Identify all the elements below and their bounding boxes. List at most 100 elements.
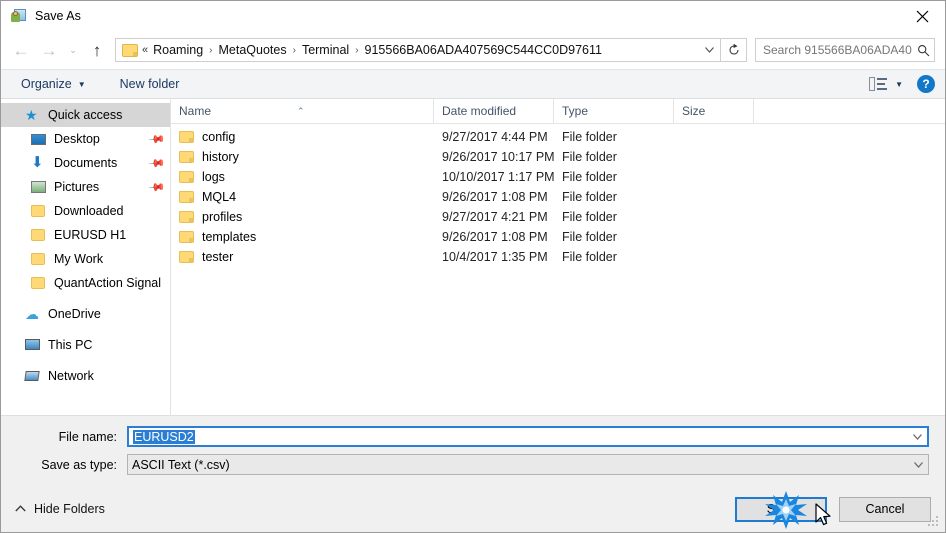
sidebar-item-my-work[interactable]: My Work bbox=[1, 247, 170, 271]
organize-button[interactable]: Organize ▼ bbox=[15, 74, 92, 94]
file-rows: config 9/27/2017 4:44 PM File folder his… bbox=[171, 124, 945, 415]
sidebar-item-desktop[interactable]: Desktop 📌 bbox=[1, 127, 170, 151]
file-date: 9/26/2017 10:17 PM bbox=[442, 150, 555, 164]
close-icon[interactable] bbox=[899, 1, 945, 31]
table-row[interactable]: MQL4 9/26/2017 1:08 PM File folder bbox=[171, 187, 945, 207]
save-as-type-select[interactable]: ASCII Text (*.csv) bbox=[127, 454, 929, 475]
file-date: 10/10/2017 1:17 PM bbox=[442, 170, 555, 184]
hide-folders-button[interactable]: Hide Folders bbox=[15, 502, 105, 516]
table-row[interactable]: config 9/27/2017 4:44 PM File folder bbox=[171, 127, 945, 147]
folder-icon bbox=[31, 203, 47, 219]
dialog-footer: Hide Folders Save Cancel bbox=[1, 486, 945, 532]
file-type: File folder bbox=[562, 150, 617, 164]
sidebar-item-label: OneDrive bbox=[48, 307, 101, 321]
folder-icon bbox=[179, 231, 194, 243]
address-bar[interactable]: « Roaming › MetaQuotes › Terminal › 9155… bbox=[115, 38, 721, 62]
table-row[interactable]: tester 10/4/2017 1:35 PM File folder bbox=[171, 247, 945, 267]
view-mode-icon[interactable] bbox=[869, 77, 888, 91]
recent-locations-icon[interactable]: ⌄ bbox=[63, 37, 83, 63]
file-name-value[interactable]: EURUSD2 bbox=[129, 429, 907, 444]
sidebar-item-label: Network bbox=[48, 369, 94, 383]
folder-icon bbox=[179, 151, 194, 163]
file-type: File folder bbox=[562, 130, 617, 144]
sidebar-item-pictures[interactable]: Pictures 📌 bbox=[1, 175, 170, 199]
sidebar-item-label: Pictures bbox=[54, 180, 100, 194]
breadcrumb-item-terminal-id[interactable]: 915566BA06ADA407569C544CC0D97611 bbox=[363, 42, 604, 58]
table-row[interactable]: profiles 9/27/2017 4:21 PM File folder bbox=[171, 207, 945, 227]
file-name: profiles bbox=[202, 210, 243, 224]
file-name-row: File name: EURUSD2 bbox=[17, 426, 929, 447]
breadcrumb-separator: › bbox=[355, 44, 359, 56]
folder-icon bbox=[31, 275, 47, 291]
table-row[interactable]: history 9/26/2017 10:17 PM File folder bbox=[171, 147, 945, 167]
chevron-down-icon[interactable] bbox=[698, 39, 720, 61]
forward-icon[interactable]: → bbox=[35, 37, 63, 63]
folder-icon bbox=[122, 43, 138, 57]
resize-grip[interactable] bbox=[928, 516, 940, 528]
sidebar-item-quantaction-signal[interactable]: QuantAction Signal bbox=[1, 271, 170, 295]
pin-icon: 📌 bbox=[147, 130, 166, 149]
chevron-down-icon[interactable]: ▼ bbox=[895, 80, 903, 89]
help-button[interactable]: ? bbox=[917, 75, 935, 93]
folder-icon bbox=[179, 131, 194, 143]
up-icon[interactable]: ↑ bbox=[83, 37, 111, 63]
file-date: 9/26/2017 1:08 PM bbox=[442, 230, 548, 244]
column-header-name[interactable]: Name ⌃ bbox=[171, 99, 434, 123]
file-type: File folder bbox=[562, 210, 617, 224]
sidebar-item-eurusd-h1[interactable]: EURUSD H1 bbox=[1, 223, 170, 247]
new-folder-button[interactable]: New folder bbox=[114, 74, 186, 94]
sidebar-item-downloaded[interactable]: Downloaded bbox=[1, 199, 170, 223]
sidebar-item-this-pc[interactable]: This PC bbox=[1, 333, 170, 357]
breadcrumb-overflow[interactable]: « bbox=[142, 44, 151, 56]
search-icon[interactable] bbox=[912, 44, 934, 57]
save-as-type-label: Save as type: bbox=[41, 457, 117, 472]
file-list-pane: Name ⌃ Date modified Type Size config 9/… bbox=[171, 99, 945, 415]
breadcrumb-item-roaming[interactable]: Roaming bbox=[151, 42, 205, 58]
file-type: File folder bbox=[562, 170, 617, 184]
file-name: config bbox=[202, 130, 236, 144]
save-as-dialog: Save As ← → ⌄ ↑ « Roaming › MetaQuotes › bbox=[0, 0, 946, 533]
folder-icon bbox=[179, 211, 194, 223]
hide-folders-label: Hide Folders bbox=[34, 502, 105, 516]
search-input[interactable]: Search 915566BA06ADA40756... bbox=[756, 43, 912, 57]
cancel-button[interactable]: Cancel bbox=[839, 496, 931, 522]
refresh-icon[interactable] bbox=[721, 38, 747, 62]
file-name: MQL4 bbox=[202, 190, 237, 204]
column-header-type[interactable]: Type bbox=[554, 99, 674, 123]
file-type: File folder bbox=[562, 190, 617, 204]
file-type: File folder bbox=[562, 250, 617, 264]
sidebar-item-documents[interactable]: ⬇ Documents 📌 bbox=[1, 151, 170, 175]
cloud-icon: ☁ bbox=[25, 306, 39, 322]
sidebar-item-network[interactable]: Network bbox=[1, 364, 170, 388]
column-header-size[interactable]: Size bbox=[674, 99, 754, 123]
sidebar-item-label: This PC bbox=[48, 338, 93, 352]
table-row[interactable]: templates 9/26/2017 1:08 PM File folder bbox=[171, 227, 945, 247]
breadcrumb-item-metaquotes[interactable]: MetaQuotes bbox=[217, 42, 289, 58]
documents-icon: ⬇ bbox=[31, 154, 44, 171]
sidebar-item-label: QuantAction Signal bbox=[54, 276, 162, 290]
back-icon[interactable]: ← bbox=[7, 37, 35, 63]
file-name-input[interactable]: EURUSD2 bbox=[127, 426, 929, 447]
chevron-down-icon[interactable] bbox=[908, 461, 928, 468]
column-header-date-modified[interactable]: Date modified bbox=[434, 99, 554, 123]
window-title: Save As bbox=[35, 9, 81, 23]
pc-icon bbox=[25, 337, 41, 353]
pictures-icon bbox=[31, 179, 47, 195]
navigation-bar: ← → ⌄ ↑ « Roaming › MetaQuotes › Termina… bbox=[1, 31, 945, 69]
toolbar: Organize ▼ New folder ▼ ? bbox=[1, 69, 945, 99]
sidebar-item-onedrive[interactable]: ☁ OneDrive bbox=[1, 302, 170, 326]
sidebar-item-quick-access[interactable]: ★ Quick access bbox=[1, 103, 170, 127]
search-box[interactable]: Search 915566BA06ADA40756... bbox=[755, 38, 935, 62]
chevron-down-icon[interactable] bbox=[907, 433, 927, 440]
breadcrumb-item-terminal[interactable]: Terminal bbox=[300, 42, 351, 58]
chevron-down-icon: ▼ bbox=[77, 79, 86, 89]
save-button[interactable]: Save bbox=[735, 496, 827, 522]
breadcrumb-separator: › bbox=[209, 44, 213, 56]
table-row[interactable]: logs 10/10/2017 1:17 PM File folder bbox=[171, 167, 945, 187]
help-label: ? bbox=[922, 77, 930, 91]
pin-icon: 📌 bbox=[147, 154, 166, 173]
sidebar-item-label: Documents bbox=[54, 156, 118, 170]
save-label: Save bbox=[766, 502, 796, 516]
